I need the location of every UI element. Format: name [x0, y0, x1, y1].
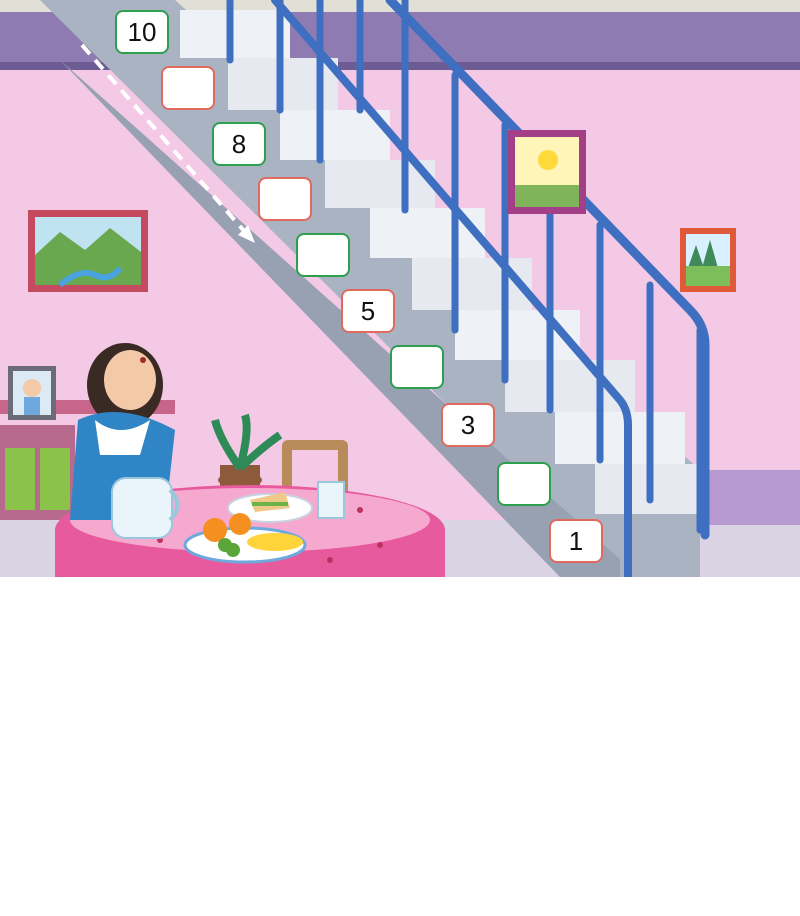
water-glass — [317, 481, 345, 519]
tree-painting — [680, 228, 736, 292]
stair-box-5: 5 — [341, 289, 395, 333]
stair-box-9-blank[interactable] — [161, 66, 215, 110]
blank-area — [0, 577, 800, 916]
skirting — [700, 470, 800, 525]
stair-box-1: 1 — [549, 519, 603, 563]
water-jug — [111, 477, 180, 539]
staircase-scene: 10 8 5 3 1 — [0, 0, 800, 577]
stair-box-6-blank[interactable] — [296, 233, 350, 277]
scene-illustration — [0, 0, 800, 577]
stair-box-10: 10 — [115, 10, 169, 54]
stair-box-2-blank[interactable] — [497, 462, 551, 506]
stair-box-4-blank[interactable] — [390, 345, 444, 389]
portrait-frame — [8, 366, 56, 420]
stair-box-8: 8 — [212, 122, 266, 166]
stair-box-3: 3 — [441, 403, 495, 447]
stair-box-7-blank[interactable] — [258, 177, 312, 221]
sun-painting — [508, 130, 586, 214]
landscape-painting — [28, 210, 148, 292]
